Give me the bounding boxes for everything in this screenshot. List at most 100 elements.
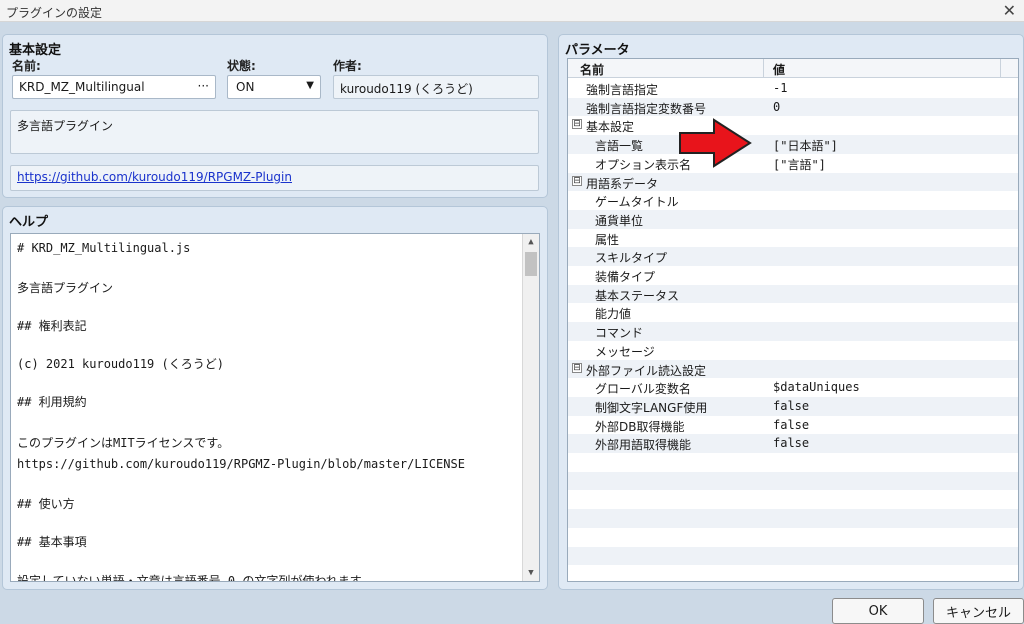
table-row[interactable]: ゲームタイトル (568, 191, 1018, 210)
table-header: 名前 値 (568, 59, 1018, 78)
basic-settings-heading: 基本設定 (9, 43, 62, 58)
empty-row (568, 509, 1018, 528)
empty-row (568, 565, 1018, 581)
param-name: 用語系データ (586, 176, 659, 191)
help-line: ## 権利表記 (17, 319, 87, 333)
url-field[interactable]: https://github.com/kuroudo119/RPGMZ-Plug… (10, 165, 539, 191)
param-name: 通貨単位 (595, 213, 644, 228)
plugin-url-link[interactable]: https://github.com/kuroudo119/RPGMZ-Plug… (17, 170, 292, 184)
author-label: 作者: (333, 59, 362, 73)
collapse-toggle-icon[interactable]: ⊟ (572, 119, 582, 130)
title-bar: プラグインの設定 ✕ (0, 0, 1024, 22)
param-value[interactable]: false (773, 436, 809, 450)
parameters-heading: パラメータ (565, 43, 630, 58)
help-line: ## 基本事項 (17, 535, 87, 549)
help-line: このプラグインはMITライセンスです。 (17, 436, 230, 450)
param-name: 基本設定 (586, 120, 635, 135)
table-row[interactable]: 装備タイプ (568, 266, 1018, 285)
scroll-down-icon[interactable]: ▼ (523, 565, 539, 581)
plugin-name-value: KRD_MZ_Multilingual (19, 80, 145, 94)
column-divider[interactable] (763, 59, 764, 78)
chevron-down-icon: ▼ (306, 80, 314, 91)
close-icon[interactable]: ✕ (1003, 1, 1016, 20)
help-line: (c) 2021 kuroudo119 (くろうど) (17, 357, 224, 371)
help-scrollbar[interactable]: ▲ ▼ (522, 234, 539, 581)
red-arrow-icon (679, 118, 752, 168)
window-title: プラグインの設定 (6, 6, 103, 20)
table-row[interactable]: 外部用語取得機能 false (568, 434, 1018, 453)
table-row[interactable]: 強制言語指定変数番号 0 (568, 97, 1018, 117)
table-row[interactable]: 制御文字LANGF使用 false (568, 396, 1018, 416)
param-value[interactable]: ["言語"] (773, 156, 826, 173)
table-row[interactable]: 言語一覧 ["日本語"] (568, 135, 1018, 154)
help-line: ## 利用規約 (17, 395, 87, 409)
status-label: 状態: (227, 59, 256, 73)
param-value[interactable]: 0 (773, 100, 780, 114)
empty-row (568, 490, 1018, 510)
table-row[interactable]: ⊟ 用語系データ (568, 172, 1018, 192)
param-name: 外部DB取得機能 (595, 419, 685, 434)
help-line: https://github.com/kuroudo119/RPGMZ-Plug… (17, 457, 465, 471)
table-row[interactable]: 属性 (568, 228, 1018, 248)
scroll-thumb[interactable] (525, 252, 537, 276)
param-name: 制御文字LANGF使用 (595, 400, 708, 415)
more-icon: ··· (197, 79, 209, 93)
param-name: グローバル変数名 (595, 382, 691, 397)
description-field[interactable]: 多言語プラグイン (10, 110, 539, 154)
table-row[interactable]: 強制言語指定 -1 (568, 79, 1018, 98)
cancel-button[interactable]: キャンセル (933, 598, 1024, 624)
column-header-name[interactable]: 名前 (580, 61, 604, 78)
help-line: 多言語プラグイン (17, 281, 114, 295)
param-name: メッセージ (595, 344, 655, 359)
table-row[interactable]: ⊟ 基本設定 (568, 116, 1018, 136)
help-line: # KRD_MZ_Multilingual.js (17, 241, 191, 255)
empty-row (568, 471, 1018, 491)
help-line: 設定していない単語・文章は言語番号 0 の文字列が使われます。 (17, 574, 373, 582)
param-value[interactable]: false (773, 399, 809, 413)
param-name: 外部用語取得機能 (595, 438, 692, 453)
table-row[interactable]: 外部DB取得機能 false (568, 415, 1018, 435)
param-name: スキルタイプ (595, 251, 668, 266)
collapse-toggle-icon[interactable]: ⊟ (572, 362, 582, 373)
param-name: 基本ステータス (595, 288, 680, 303)
status-value: ON (236, 80, 255, 94)
param-name: オプション表示名 (595, 157, 692, 172)
parameters-table: 名前 値 強制言語指定 -1 強制言語指定変数番号 0 ⊟ 基本設定言語一覧 ["日本語"]… (567, 58, 1019, 582)
empty-row (568, 453, 1018, 472)
help-heading: ヘルプ (9, 215, 49, 230)
help-text-area[interactable]: # KRD_MZ_Multilingual.js 多言語プラグイン ## 権利表… (10, 233, 540, 582)
param-value[interactable]: ["日本語"] (773, 137, 838, 154)
ok-button[interactable]: OK (832, 598, 924, 624)
table-row[interactable]: メッセージ (568, 340, 1018, 360)
param-value[interactable]: -1 (773, 81, 787, 95)
column-divider[interactable] (1000, 59, 1001, 78)
table-row[interactable]: グローバル変数名 $dataUniques (568, 378, 1018, 397)
status-select[interactable]: ON ▼ (227, 75, 321, 99)
param-name: 強制言語指定変数番号 (586, 101, 707, 116)
param-name: ゲームタイトル (595, 195, 679, 210)
param-name: 言語一覧 (595, 139, 644, 154)
param-value[interactable]: $dataUniques (773, 380, 860, 394)
plugin-name-selector[interactable]: KRD_MZ_Multilingual ··· (12, 75, 216, 99)
table-row[interactable]: 通貨単位 (568, 209, 1018, 229)
param-value[interactable]: false (773, 418, 809, 432)
collapse-toggle-icon[interactable]: ⊟ (572, 175, 582, 186)
table-body: 強制言語指定 -1 強制言語指定変数番号 0 ⊟ 基本設定 言語一覧 ["日本語"] オプション… (568, 79, 1018, 581)
param-name: コマンド (595, 326, 644, 341)
table-row[interactable]: コマンド (568, 322, 1018, 341)
table-row[interactable]: オプション表示名 ["言語"] (568, 153, 1018, 173)
param-name: 能力値 (595, 307, 632, 322)
param-name: 装備タイプ (595, 270, 656, 284)
param-name: 強制言語指定 (586, 83, 659, 97)
table-row[interactable]: ⊟ 外部ファイル読込設定 (568, 359, 1018, 379)
empty-row (568, 546, 1018, 566)
param-name: 外部ファイル読込設定 (586, 363, 707, 378)
scroll-up-icon[interactable]: ▲ (523, 234, 539, 250)
name-label: 名前: (12, 59, 41, 73)
table-row[interactable]: 基本ステータス (568, 284, 1018, 304)
table-row[interactable]: スキルタイプ (568, 247, 1018, 266)
param-name: 属性 (595, 232, 620, 247)
column-header-value[interactable]: 値 (773, 61, 785, 78)
author-field[interactable]: kuroudo119 (くろうど) (333, 75, 539, 99)
table-row[interactable]: 能力値 (568, 303, 1018, 323)
